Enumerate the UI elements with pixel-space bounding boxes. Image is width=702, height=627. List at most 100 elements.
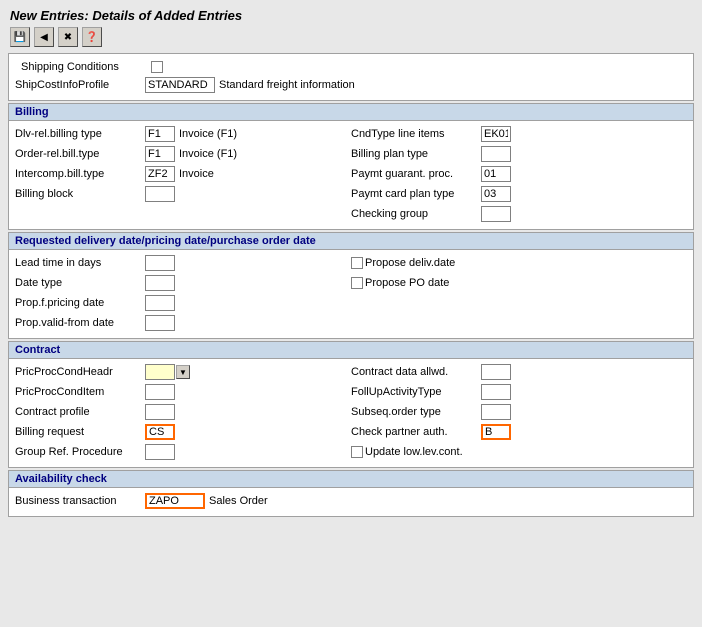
checking-group-row: Checking group [351, 205, 687, 223]
propose-deliv-label: Propose deliv.date [365, 257, 495, 269]
billing-two-col: Dlv-rel.billing type Invoice (F1) Order-… [15, 125, 687, 225]
group-ref-row: Group Ref. Procedure [15, 443, 351, 461]
prop-valid-row: Prop.valid-from date [15, 314, 351, 332]
paymt-guarant-row: Paymt guarant. proc. [351, 165, 687, 183]
intercomp-label: Intercomp.bill.type [15, 168, 145, 180]
propose-deliv-checkbox[interactable] [351, 257, 363, 269]
shipping-conditions-checkbox[interactable] [151, 61, 163, 73]
billing-header: Billing [9, 104, 693, 121]
intercomp-input[interactable] [145, 166, 175, 182]
delivery-two-col: Lead time in days Date type Prop.f.prici… [15, 254, 687, 334]
contract-two-col: PricProcCondHeadr ▼ PricProcCondItem Con… [15, 363, 687, 463]
shipping-conditions-row: Shipping Conditions [15, 58, 687, 76]
order-billing-label: Order-rel.bill.type [15, 148, 145, 160]
prop-valid-label: Prop.valid-from date [15, 317, 145, 329]
delivery-content: Lead time in days Date type Prop.f.prici… [9, 250, 693, 338]
subseq-order-input[interactable] [481, 404, 511, 420]
ship-cost-input[interactable] [145, 77, 215, 93]
business-trans-row: Business transaction Sales Order [15, 492, 687, 510]
delivery-header: Requested delivery date/pricing date/pur… [9, 233, 693, 250]
exit-button[interactable]: ✖ [58, 27, 78, 47]
billing-block-label: Billing block [15, 188, 145, 200]
billing-content: Dlv-rel.billing type Invoice (F1) Order-… [9, 121, 693, 229]
update-low-label: Update low.lev.cont. [365, 446, 495, 458]
order-billing-desc: Invoice (F1) [179, 148, 237, 160]
pric-proc-headr-label: PricProcCondHeadr [15, 366, 145, 378]
delivery-section: Requested delivery date/pricing date/pur… [8, 232, 694, 339]
follow-up-label: FollUpActivityType [351, 386, 481, 398]
contract-header: Contract [9, 342, 693, 359]
paymt-guarant-label: Paymt guarant. proc. [351, 168, 481, 180]
shipping-section: Shipping Conditions ShipCostInfoProfile … [8, 53, 694, 101]
prop-valid-input[interactable] [145, 315, 175, 331]
checking-group-label: Checking group [351, 208, 481, 220]
order-billing-input[interactable] [145, 146, 175, 162]
update-low-row: Update low.lev.cont. [351, 443, 687, 461]
prop-pricing-row: Prop.f.pricing date [15, 294, 351, 312]
update-low-checkbox[interactable] [351, 446, 363, 458]
follow-up-row: FollUpActivityType [351, 383, 687, 401]
subseq-order-row: Subseq.order type [351, 403, 687, 421]
billing-col-right: CndType line items Billing plan type Pay… [351, 125, 687, 225]
dlv-billing-row: Dlv-rel.billing type Invoice (F1) [15, 125, 351, 143]
billing-request-input[interactable] [145, 424, 175, 440]
prop-pricing-input[interactable] [145, 295, 175, 311]
lead-time-input[interactable] [145, 255, 175, 271]
dlv-billing-input[interactable] [145, 126, 175, 142]
propose-po-row: Propose PO date [351, 274, 687, 292]
pric-proc-item-input[interactable] [145, 384, 175, 400]
group-ref-input[interactable] [145, 444, 175, 460]
contract-data-row: Contract data allwd. [351, 363, 687, 381]
billing-request-row: Billing request [15, 423, 351, 441]
contract-profile-input[interactable] [145, 404, 175, 420]
lead-time-row: Lead time in days [15, 254, 351, 272]
propose-po-checkbox[interactable] [351, 277, 363, 289]
pric-proc-headr-btn[interactable]: ▼ [176, 365, 190, 379]
dlv-billing-label: Dlv-rel.billing type [15, 128, 145, 140]
ship-cost-row: ShipCostInfoProfile Standard freight inf… [15, 76, 687, 94]
date-type-row: Date type [15, 274, 351, 292]
propose-po-label: Propose PO date [365, 277, 495, 289]
ship-cost-label: ShipCostInfoProfile [15, 79, 145, 91]
pric-proc-item-row: PricProcCondItem [15, 383, 351, 401]
back-button[interactable]: ◀ [34, 27, 54, 47]
paymt-guarant-input[interactable] [481, 166, 511, 182]
cnd-type-input[interactable] [481, 126, 511, 142]
paymt-card-row: Paymt card plan type [351, 185, 687, 203]
cnd-type-row: CndType line items [351, 125, 687, 143]
help-button[interactable]: ❓ [82, 27, 102, 47]
business-trans-desc: Sales Order [209, 495, 268, 507]
follow-up-input[interactable] [481, 384, 511, 400]
billing-col-left: Dlv-rel.billing type Invoice (F1) Order-… [15, 125, 351, 225]
availability-section: Availability check Business transaction … [8, 470, 694, 517]
contract-data-input[interactable] [481, 364, 511, 380]
billing-plan-label: Billing plan type [351, 148, 481, 160]
contract-section: Contract PricProcCondHeadr ▼ PricProcCon… [8, 341, 694, 468]
date-type-label: Date type [15, 277, 145, 289]
shipping-conditions-label: Shipping Conditions [21, 61, 151, 73]
intercomp-desc: Invoice [179, 168, 214, 180]
date-type-input[interactable] [145, 275, 175, 291]
availability-content: Business transaction Sales Order [9, 488, 693, 516]
propose-deliv-row: Propose deliv.date [351, 254, 687, 272]
pric-proc-headr-input[interactable] [145, 364, 175, 380]
check-partner-row: Check partner auth. [351, 423, 687, 441]
billing-plan-input[interactable] [481, 146, 511, 162]
save-button[interactable]: 💾 [10, 27, 30, 47]
billing-block-row: Billing block [15, 185, 351, 203]
checking-group-input[interactable] [481, 206, 511, 222]
check-partner-input[interactable] [481, 424, 511, 440]
order-billing-row: Order-rel.bill.type Invoice (F1) [15, 145, 351, 163]
business-trans-label: Business transaction [15, 495, 145, 507]
pric-proc-item-label: PricProcCondItem [15, 386, 145, 398]
billing-block-input[interactable] [145, 186, 175, 202]
business-trans-input[interactable] [145, 493, 205, 509]
paymt-card-input[interactable] [481, 186, 511, 202]
pric-proc-headr-row: PricProcCondHeadr ▼ [15, 363, 351, 381]
subseq-order-label: Subseq.order type [351, 406, 481, 418]
dlv-billing-desc: Invoice (F1) [179, 128, 237, 140]
delivery-col-left: Lead time in days Date type Prop.f.prici… [15, 254, 351, 334]
main-container: New Entries: Details of Added Entries 💾 … [0, 0, 702, 523]
intercomp-row: Intercomp.bill.type Invoice [15, 165, 351, 183]
contract-col-left: PricProcCondHeadr ▼ PricProcCondItem Con… [15, 363, 351, 463]
